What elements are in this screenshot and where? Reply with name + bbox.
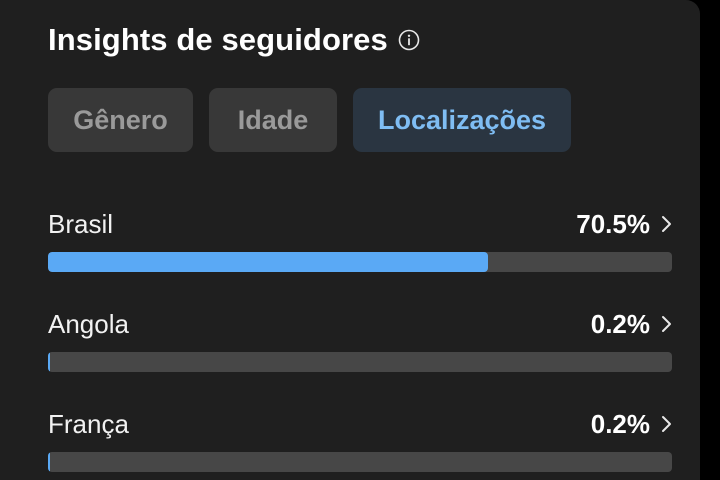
progress-fill bbox=[48, 452, 50, 472]
country-label: Angola bbox=[48, 308, 129, 339]
page-title: Insights de seguidores bbox=[48, 22, 388, 57]
location-value: 0.2% bbox=[591, 409, 672, 440]
tab-idade[interactable]: Idade bbox=[209, 88, 337, 152]
screen-edge bbox=[700, 0, 720, 480]
card-header: Insights de seguidores bbox=[48, 18, 420, 62]
tab-genero[interactable]: Gênero bbox=[48, 88, 193, 152]
location-value: 70.5% bbox=[576, 209, 672, 240]
chevron-right-icon[interactable] bbox=[660, 415, 672, 433]
percent-label: 70.5% bbox=[576, 208, 650, 239]
location-value: 0.2% bbox=[591, 309, 672, 340]
insights-tabs: Gênero Idade Localizações bbox=[48, 88, 571, 152]
country-label: França bbox=[48, 408, 129, 439]
progress-track bbox=[48, 352, 672, 372]
progress-track bbox=[48, 452, 672, 472]
followers-insights-card: Insights de seguidores Gênero Idade Loca… bbox=[0, 0, 700, 480]
location-row-header: França 0.2% bbox=[48, 404, 672, 444]
progress-fill bbox=[48, 352, 50, 372]
percent-label: 0.2% bbox=[590, 308, 650, 339]
location-row-header: Angola 0.2% bbox=[48, 304, 672, 344]
progress-fill bbox=[48, 252, 488, 272]
chevron-right-icon[interactable] bbox=[660, 215, 672, 233]
location-row-franca[interactable]: França 0.2% bbox=[48, 404, 672, 472]
location-row-header: Brasil 70.5% bbox=[48, 204, 672, 244]
progress-track bbox=[48, 252, 672, 272]
info-icon[interactable] bbox=[398, 29, 420, 51]
tab-localizacoes[interactable]: Localizações bbox=[353, 88, 571, 152]
location-row-angola[interactable]: Angola 0.2% bbox=[48, 304, 672, 372]
location-row-brasil[interactable]: Brasil 70.5% bbox=[48, 204, 672, 272]
country-label: Brasil bbox=[48, 208, 114, 239]
percent-label: 0.2% bbox=[590, 408, 650, 439]
chevron-right-icon[interactable] bbox=[660, 315, 672, 333]
